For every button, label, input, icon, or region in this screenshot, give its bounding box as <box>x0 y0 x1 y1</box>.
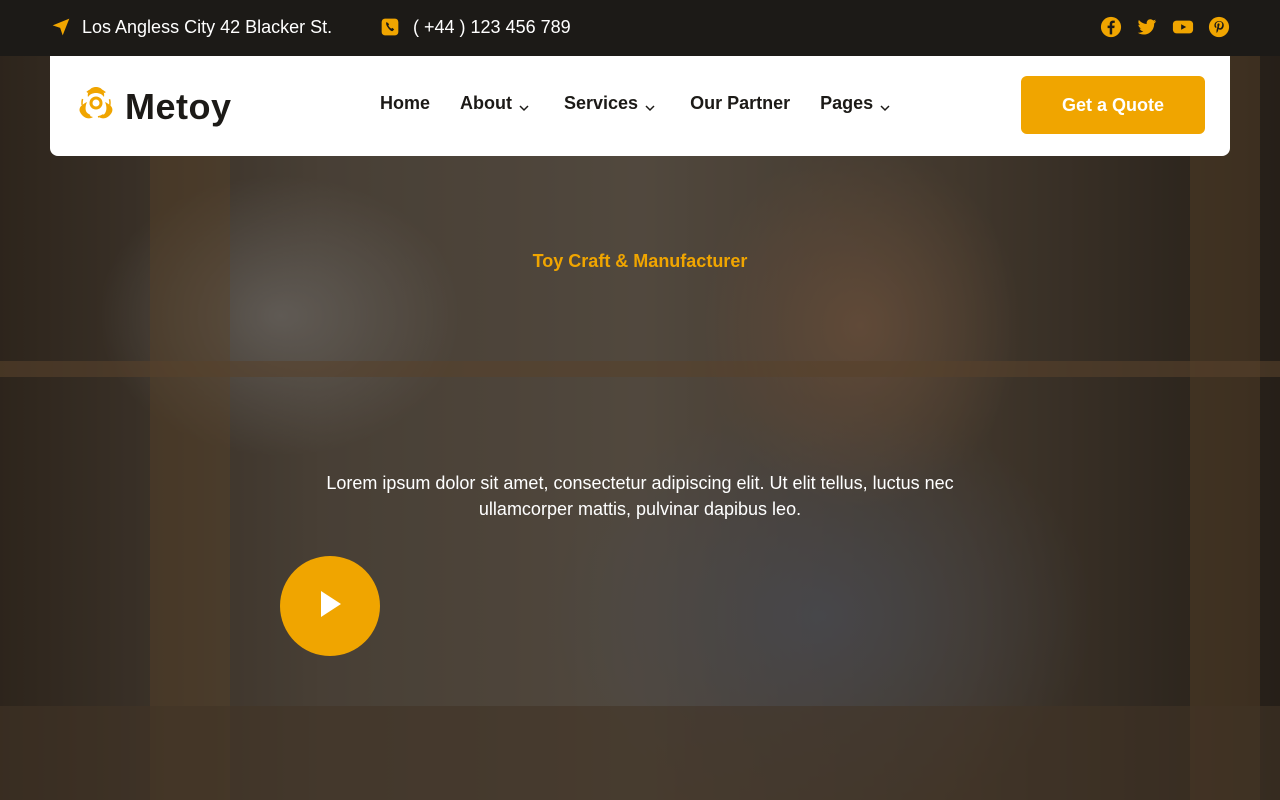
hero-section <box>0 56 1280 800</box>
nav-item-home[interactable]: Home <box>380 93 430 114</box>
nav-item-pages[interactable]: Pages <box>820 93 891 114</box>
brand-name: Metoy <box>125 85 232 127</box>
play-video-button[interactable] <box>280 556 380 656</box>
social-links <box>1100 16 1230 38</box>
hero-overlay <box>0 56 1280 800</box>
logo[interactable]: Metoy <box>75 83 232 130</box>
site-header: Metoy Home About Services Our Partner Pa… <box>50 56 1230 156</box>
facebook-icon[interactable] <box>1100 16 1122 38</box>
main-nav: Home About Services Our Partner Pages <box>380 93 891 114</box>
chevron-down-icon <box>879 98 891 111</box>
nav-item-about[interactable]: About <box>460 93 530 114</box>
nav-item-services[interactable]: Services <box>564 93 656 114</box>
play-icon <box>315 587 345 626</box>
nav-item-label: Services <box>564 93 639 113</box>
nav-item-label: Home <box>380 93 431 113</box>
chevron-down-icon <box>644 98 656 111</box>
top-bar: Los Angless City 42 Blacker St. ( +44 ) … <box>0 0 1280 56</box>
address-text: Los Angless City 42 Blacker St. <box>82 16 333 37</box>
twitter-icon[interactable] <box>1136 16 1158 38</box>
phone-text: ( +44 ) 123 456 789 <box>413 16 571 37</box>
address: Los Angless City 42 Blacker St. <box>50 16 332 38</box>
chevron-down-icon <box>518 98 530 111</box>
nav-item-our-partner[interactable]: Our Partner <box>690 93 790 114</box>
location-arrow-icon <box>50 16 72 38</box>
hero-description: Lorem ipsum dolor sit amet, consectetur … <box>326 473 954 519</box>
phone[interactable]: ( +44 ) 123 456 789 <box>379 16 571 38</box>
nav-item-label: Pages <box>820 93 874 113</box>
nav-item-label: About <box>460 93 512 113</box>
phone-icon <box>379 16 401 38</box>
biohazard-logo-icon <box>75 83 117 130</box>
nav-item-label: Our Partner <box>690 93 791 113</box>
get-a-quote-button[interactable]: Get a Quote <box>1021 76 1205 134</box>
pinterest-icon[interactable] <box>1208 16 1230 38</box>
youtube-icon[interactable] <box>1172 16 1194 38</box>
hero-eyebrow: Toy Craft & Manufacturer <box>532 251 748 271</box>
